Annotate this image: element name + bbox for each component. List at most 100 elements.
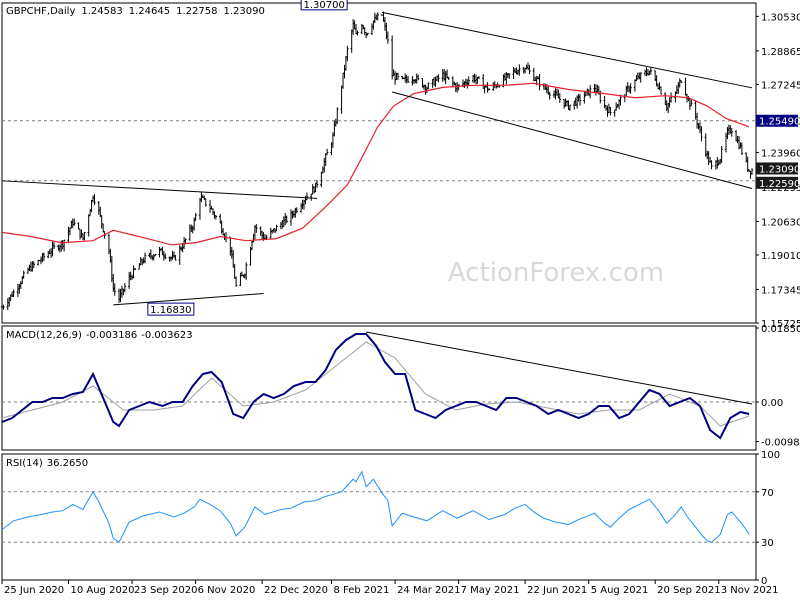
price-bar <box>707 151 710 166</box>
price-bar <box>573 100 576 110</box>
price-bar <box>58 244 62 253</box>
macd-trendline-0 <box>366 331 753 405</box>
price-bar <box>451 76 455 88</box>
price-bar <box>112 273 115 292</box>
price-bar <box>68 227 72 236</box>
price-bar <box>679 80 683 84</box>
price-bar <box>698 121 702 134</box>
price-bar <box>714 160 718 170</box>
price-bar <box>275 224 278 232</box>
price-bar <box>697 123 700 130</box>
rsi-tick-label-2: 30 <box>761 538 774 549</box>
price-bar <box>323 157 326 173</box>
price-bar <box>47 250 50 259</box>
price-bar <box>19 281 22 289</box>
price-bar <box>62 239 66 252</box>
price-bar <box>695 112 699 129</box>
annotation-label-0: 1.30700 <box>303 0 344 11</box>
price-bar <box>117 288 121 303</box>
price-bar <box>310 193 313 201</box>
price-bar <box>164 253 167 260</box>
price-bar <box>454 82 457 93</box>
price-bar <box>633 79 637 92</box>
price-bar <box>91 195 95 203</box>
price-bar <box>666 102 670 114</box>
price-bar <box>740 142 744 156</box>
price-tick-label-1: 1.28865 <box>761 47 800 58</box>
price-bar <box>441 68 444 82</box>
x-tick-label-11: 3 Nov 2021 <box>721 585 779 596</box>
price-bar <box>100 215 103 229</box>
price-bar <box>432 77 436 86</box>
price-bar <box>567 100 570 110</box>
price-bar <box>234 276 238 287</box>
price-bar <box>678 78 681 88</box>
price-bar <box>684 77 687 96</box>
price-bar <box>623 93 627 103</box>
price-bar <box>487 88 491 91</box>
price-bar <box>284 213 287 226</box>
price-bar <box>132 265 135 279</box>
rsi-value: 36.2650 <box>47 458 88 469</box>
price-bar <box>78 228 82 240</box>
rsi-header: RSI(14) 36.2650 <box>6 458 88 469</box>
price-bar <box>198 197 202 220</box>
price-bar <box>31 260 34 272</box>
price-bar <box>129 271 132 281</box>
price-bar <box>299 203 303 213</box>
price-bar <box>289 209 293 226</box>
price-bar <box>253 225 257 240</box>
macd-header: MACD(12,26,9) -0.003186 -0.003623 <box>6 330 193 341</box>
annotation-label-1: 1.16830 <box>150 305 191 316</box>
price-bar <box>321 166 325 174</box>
price-bar <box>558 93 562 103</box>
price-bar <box>229 236 232 256</box>
price-bar <box>386 31 390 44</box>
price-bar <box>292 210 296 218</box>
price-bar <box>554 88 557 100</box>
price-bar <box>133 267 137 271</box>
price-tick-label-6: 1.20630 <box>761 217 800 228</box>
rsi-line <box>1 470 750 543</box>
macd-signal-line <box>1 341 750 427</box>
price-bar <box>190 224 193 233</box>
price-bar <box>716 157 719 169</box>
price-bar <box>67 226 70 244</box>
price-bar <box>645 67 648 77</box>
price-bar <box>42 252 46 262</box>
price-bar <box>688 97 692 110</box>
price-bar <box>578 93 582 106</box>
price-bar <box>208 199 212 213</box>
price-bar <box>648 70 651 76</box>
price-bar <box>172 251 176 259</box>
price-bar <box>285 215 288 224</box>
chart-svg: ActionForex.com 1.30700 1.16830 1.30530 1.28… <box>0 0 800 596</box>
price-bar <box>396 72 400 80</box>
price-bar <box>658 82 661 90</box>
price-bar <box>279 221 283 230</box>
rsi-tick-label-0: 100 <box>761 450 780 461</box>
price-bar <box>192 217 196 231</box>
price-bar <box>726 127 729 140</box>
price-bar <box>664 92 667 106</box>
price-bar <box>341 72 345 89</box>
price-bar <box>336 107 339 125</box>
x-tick-label-8: 22 Jun 2021 <box>527 585 587 596</box>
price-bar <box>606 105 609 117</box>
price-bar <box>508 73 511 79</box>
price-bar <box>174 254 177 261</box>
price-bar <box>727 124 731 135</box>
price-header: GBPCHF,Daily 1.24583 1.24645 1.22758 1.23090 <box>6 6 265 17</box>
price-bar <box>281 220 284 229</box>
price-bar <box>577 94 580 102</box>
price-bar <box>356 30 359 36</box>
price-bar <box>457 84 460 91</box>
price-bar <box>493 81 496 89</box>
price-bar <box>635 75 638 82</box>
macd-title: MACD(12,26,9) <box>6 330 82 341</box>
price-bar <box>119 288 122 303</box>
price-bar <box>22 270 25 279</box>
price-bar <box>390 35 394 80</box>
macd-tick-label-0: 0.018508 <box>761 324 800 335</box>
price-bar <box>73 218 76 226</box>
